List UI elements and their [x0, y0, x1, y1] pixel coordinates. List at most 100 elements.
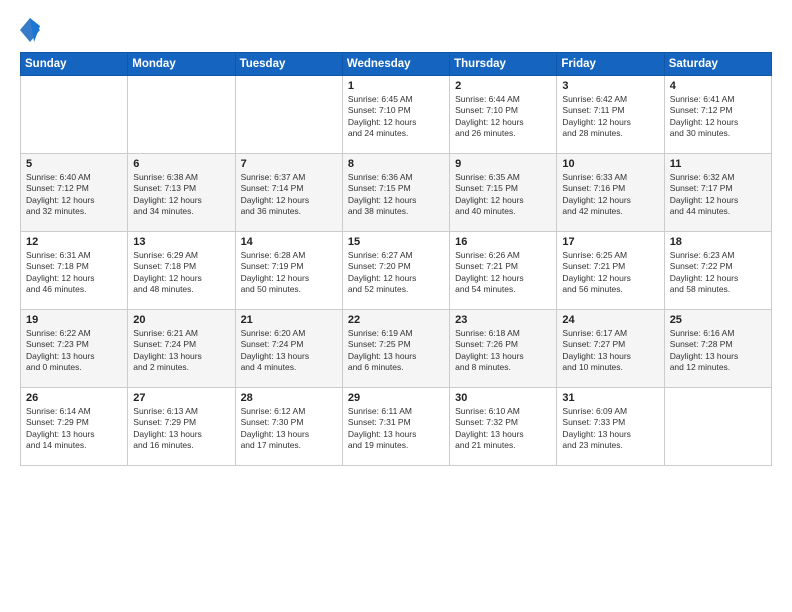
- day-cell-20: 20 Sunrise: 6:21 AM Sunset: 7:24 PM Dayli…: [128, 310, 235, 388]
- day-number: 30: [455, 392, 551, 404]
- day-number: 13: [133, 236, 229, 248]
- day-info: Sunrise: 6:28 AM Sunset: 7:19 PM Dayligh…: [241, 250, 337, 296]
- day-info: Sunrise: 6:37 AM Sunset: 7:14 PM Dayligh…: [241, 172, 337, 218]
- day-number: 8: [348, 158, 444, 170]
- day-info: Sunrise: 6:11 AM Sunset: 7:31 PM Dayligh…: [348, 406, 444, 452]
- day-cell-17: 17Sunrise: 6:25 AM Sunset: 7:21 PM Dayli…: [557, 232, 664, 310]
- day-cell-6: 6 Sunrise: 6:38 AM Sunset: 7:13 PM Daylig…: [128, 154, 235, 232]
- day-info: Sunrise: 6:44 AM Sunset: 7:10 PM Dayligh…: [455, 94, 551, 140]
- day-info: Sunrise: 6:29 AM Sunset: 7:18 PM Dayligh…: [133, 250, 229, 296]
- weekday-header-monday: Monday: [128, 53, 235, 76]
- day-number: 16: [455, 236, 551, 248]
- week-row-2: 5 Sunrise: 6:40 AM Sunset: 7:12 PM Daylig…: [21, 154, 772, 232]
- day-info: Sunrise: 6:33 AM Sunset: 7:16 PM Dayligh…: [562, 172, 658, 218]
- day-info: Sunrise: 6:20 AM Sunset: 7:24 PM Dayligh…: [241, 328, 337, 374]
- logo-icon: [20, 16, 40, 44]
- day-cell-27: 27Sunrise: 6:13 AM Sunset: 7:29 PM Dayli…: [128, 388, 235, 466]
- day-info: Sunrise: 6:18 AM Sunset: 7:26 PM Dayligh…: [455, 328, 551, 374]
- empty-cell: [664, 388, 771, 466]
- logo: [20, 16, 44, 44]
- week-row-3: 12 Sunrise: 6:31 AM Sunset: 7:18 PM Dayli…: [21, 232, 772, 310]
- day-number: 7: [241, 158, 337, 170]
- day-info: Sunrise: 6:16 AM Sunset: 7:28 PM Dayligh…: [670, 328, 766, 374]
- day-info: Sunrise: 6:17 AM Sunset: 7:27 PM Dayligh…: [562, 328, 658, 374]
- day-info: Sunrise: 6:26 AM Sunset: 7:21 PM Dayligh…: [455, 250, 551, 296]
- day-cell-12: 12 Sunrise: 6:31 AM Sunset: 7:18 PM Dayli…: [21, 232, 128, 310]
- day-cell-8: 8 Sunrise: 6:36 AM Sunset: 7:15 PM Daylig…: [342, 154, 449, 232]
- day-cell-1: 1 Sunrise: 6:45 AM Sunset: 7:10 PM Daylig…: [342, 76, 449, 154]
- day-number: 17: [562, 236, 658, 248]
- day-info: Sunrise: 6:40 AM Sunset: 7:12 PM Dayligh…: [26, 172, 122, 218]
- day-info: Sunrise: 6:38 AM Sunset: 7:13 PM Dayligh…: [133, 172, 229, 218]
- day-number: 11: [670, 158, 766, 170]
- day-cell-7: 7 Sunrise: 6:37 AM Sunset: 7:14 PM Daylig…: [235, 154, 342, 232]
- day-number: 27: [133, 392, 229, 404]
- day-info: Sunrise: 6:10 AM Sunset: 7:32 PM Dayligh…: [455, 406, 551, 452]
- empty-cell: [21, 76, 128, 154]
- day-cell-24: 24 Sunrise: 6:17 AM Sunset: 7:27 PM Dayli…: [557, 310, 664, 388]
- day-info: Sunrise: 6:31 AM Sunset: 7:18 PM Dayligh…: [26, 250, 122, 296]
- day-number: 6: [133, 158, 229, 170]
- day-number: 9: [455, 158, 551, 170]
- day-number: 1: [348, 80, 444, 92]
- header: [20, 16, 772, 44]
- day-cell-21: 21 Sunrise: 6:20 AM Sunset: 7:24 PM Dayli…: [235, 310, 342, 388]
- day-info: Sunrise: 6:22 AM Sunset: 7:23 PM Dayligh…: [26, 328, 122, 374]
- weekday-header-thursday: Thursday: [450, 53, 557, 76]
- week-row-5: 26 Sunrise: 6:14 AM Sunset: 7:29 PM Dayli…: [21, 388, 772, 466]
- empty-cell: [128, 76, 235, 154]
- day-number: 25: [670, 314, 766, 326]
- week-row-4: 19 Sunrise: 6:22 AM Sunset: 7:23 PM Dayli…: [21, 310, 772, 388]
- day-number: 15: [348, 236, 444, 248]
- day-cell-13: 13 Sunrise: 6:29 AM Sunset: 7:18 PM Dayli…: [128, 232, 235, 310]
- empty-cell: [235, 76, 342, 154]
- day-cell-19: 19 Sunrise: 6:22 AM Sunset: 7:23 PM Dayli…: [21, 310, 128, 388]
- day-number: 2: [455, 80, 551, 92]
- day-number: 12: [26, 236, 122, 248]
- day-cell-22: 22 Sunrise: 6:19 AM Sunset: 7:25 PM Dayli…: [342, 310, 449, 388]
- weekday-header-wednesday: Wednesday: [342, 53, 449, 76]
- day-number: 22: [348, 314, 444, 326]
- day-number: 5: [26, 158, 122, 170]
- day-number: 21: [241, 314, 337, 326]
- weekday-header-saturday: Saturday: [664, 53, 771, 76]
- day-number: 20: [133, 314, 229, 326]
- day-number: 31: [562, 392, 658, 404]
- day-cell-30: 30 Sunrise: 6:10 AM Sunset: 7:32 PM Dayli…: [450, 388, 557, 466]
- day-cell-5: 5 Sunrise: 6:40 AM Sunset: 7:12 PM Daylig…: [21, 154, 128, 232]
- day-info: Sunrise: 6:19 AM Sunset: 7:25 PM Dayligh…: [348, 328, 444, 374]
- day-cell-25: 25 Sunrise: 6:16 AM Sunset: 7:28 PM Dayli…: [664, 310, 771, 388]
- day-cell-23: 23 Sunrise: 6:18 AM Sunset: 7:26 PM Dayli…: [450, 310, 557, 388]
- day-info: Sunrise: 6:45 AM Sunset: 7:10 PM Dayligh…: [348, 94, 444, 140]
- day-info: Sunrise: 6:23 AM Sunset: 7:22 PM Dayligh…: [670, 250, 766, 296]
- day-number: 18: [670, 236, 766, 248]
- day-info: Sunrise: 6:27 AM Sunset: 7:20 PM Dayligh…: [348, 250, 444, 296]
- day-cell-2: 2 Sunrise: 6:44 AM Sunset: 7:10 PM Daylig…: [450, 76, 557, 154]
- week-row-1: 1 Sunrise: 6:45 AM Sunset: 7:10 PM Daylig…: [21, 76, 772, 154]
- day-number: 28: [241, 392, 337, 404]
- day-number: 24: [562, 314, 658, 326]
- day-number: 14: [241, 236, 337, 248]
- day-info: Sunrise: 6:41 AM Sunset: 7:12 PM Dayligh…: [670, 94, 766, 140]
- day-number: 3: [562, 80, 658, 92]
- day-info: Sunrise: 6:21 AM Sunset: 7:24 PM Dayligh…: [133, 328, 229, 374]
- day-cell-3: 3Sunrise: 6:42 AM Sunset: 7:11 PM Daylig…: [557, 76, 664, 154]
- day-number: 26: [26, 392, 122, 404]
- day-info: Sunrise: 6:32 AM Sunset: 7:17 PM Dayligh…: [670, 172, 766, 218]
- day-cell-18: 18 Sunrise: 6:23 AM Sunset: 7:22 PM Dayli…: [664, 232, 771, 310]
- weekday-header-row: SundayMondayTuesdayWednesdayThursdayFrid…: [21, 53, 772, 76]
- day-info: Sunrise: 6:36 AM Sunset: 7:15 PM Dayligh…: [348, 172, 444, 218]
- day-info: Sunrise: 6:14 AM Sunset: 7:29 PM Dayligh…: [26, 406, 122, 452]
- day-info: Sunrise: 6:12 AM Sunset: 7:30 PM Dayligh…: [241, 406, 337, 452]
- weekday-header-friday: Friday: [557, 53, 664, 76]
- day-cell-15: 15 Sunrise: 6:27 AM Sunset: 7:20 PM Dayli…: [342, 232, 449, 310]
- day-number: 23: [455, 314, 551, 326]
- day-cell-4: 4Sunrise: 6:41 AM Sunset: 7:12 PM Daylig…: [664, 76, 771, 154]
- day-cell-28: 28 Sunrise: 6:12 AM Sunset: 7:30 PM Dayli…: [235, 388, 342, 466]
- day-number: 19: [26, 314, 122, 326]
- weekday-header-tuesday: Tuesday: [235, 53, 342, 76]
- day-info: Sunrise: 6:35 AM Sunset: 7:15 PM Dayligh…: [455, 172, 551, 218]
- day-cell-29: 29Sunrise: 6:11 AM Sunset: 7:31 PM Dayli…: [342, 388, 449, 466]
- day-cell-10: 10Sunrise: 6:33 AM Sunset: 7:16 PM Dayli…: [557, 154, 664, 232]
- calendar-table: SundayMondayTuesdayWednesdayThursdayFrid…: [20, 52, 772, 466]
